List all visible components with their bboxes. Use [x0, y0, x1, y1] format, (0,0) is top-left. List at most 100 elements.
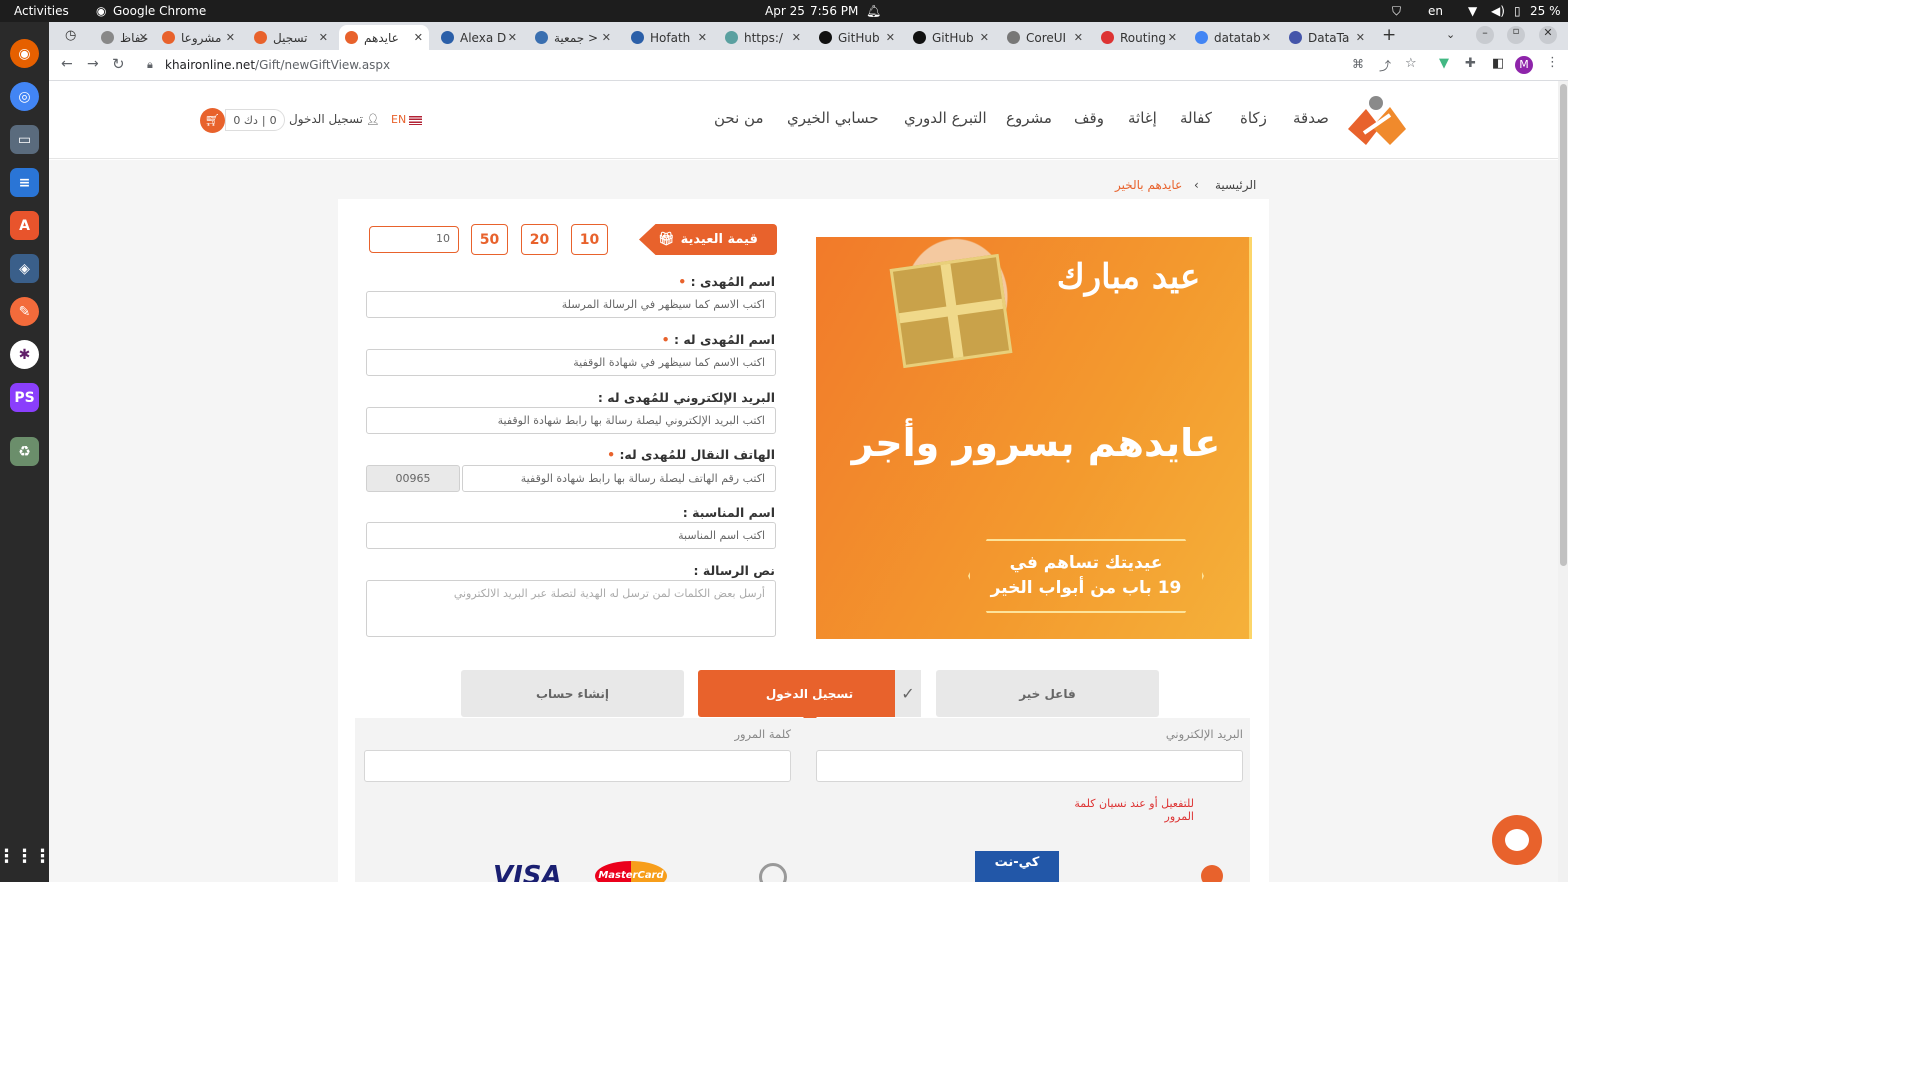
tab[interactable]: CoreUI ✕	[1001, 25, 1089, 50]
close-icon[interactable]: ✕	[414, 31, 423, 44]
payment-radio-knet[interactable]	[1201, 865, 1223, 882]
chrome-icon[interactable]: ◎	[10, 82, 39, 111]
amount-50-button[interactable]: 50	[471, 224, 508, 255]
slack-icon[interactable]: ✱	[10, 340, 39, 369]
tab[interactable]: تسجيل ✕	[248, 25, 334, 50]
share-icon[interactable]: ⤴	[1379, 57, 1391, 74]
message-textarea[interactable]: أرسل بعض الكلمات لمن ترسل له الهدية لتصل…	[366, 580, 776, 637]
nav-waqf[interactable]: وقف	[1074, 109, 1104, 127]
nav-zakat[interactable]: زكاة	[1240, 109, 1267, 127]
nav-sadaqa[interactable]: صدقة	[1293, 109, 1329, 127]
step-register[interactable]: إنشاء حساب	[461, 670, 684, 717]
shield-icon[interactable]: ⛉	[1392, 4, 1401, 19]
tab[interactable]: Alexa D ✕	[435, 25, 523, 50]
tab[interactable]: جمعية > ✕	[529, 25, 617, 50]
tab-search-icon[interactable]: ◷	[65, 28, 76, 43]
step-guest-donor[interactable]: فاعل خير	[936, 670, 1159, 717]
tab[interactable]: GitHub ✕	[907, 25, 995, 50]
phone-country-code[interactable]: 00965	[366, 465, 460, 492]
tab[interactable]: حفاظ ✕	[95, 25, 154, 50]
cart-summary[interactable]: 0 دك | 0	[225, 109, 285, 131]
custom-amount-input[interactable]: 10	[369, 226, 459, 253]
new-tab-button[interactable]: +	[1382, 25, 1396, 45]
close-icon[interactable]: ✕	[1262, 31, 1271, 44]
login-password-input[interactable]	[364, 750, 791, 782]
nav-about[interactable]: من نحن	[714, 109, 764, 127]
clock-date[interactable]: Apr 25	[765, 4, 805, 18]
url-text[interactable]: khaironline.net/Gift/newGiftView.aspx	[165, 58, 390, 72]
tab[interactable]: datatab ✕	[1189, 25, 1277, 50]
vue-devtools-icon[interactable]: ▼	[1439, 56, 1449, 71]
volume-icon[interactable]: ◀)	[1491, 4, 1505, 18]
recipient-phone-input[interactable]: اكتب رقم الهاتف ليصلة رسالة بها رابط شها…	[462, 465, 776, 492]
extensions-icon[interactable]: ✚	[1465, 56, 1476, 71]
close-icon[interactable]: ✕	[792, 31, 801, 44]
close-icon[interactable]: ✕	[226, 31, 235, 44]
postman-icon[interactable]: ✎	[10, 297, 39, 326]
tab[interactable]: Hofath ✕	[625, 25, 713, 50]
close-icon[interactable]: ✕	[602, 31, 611, 44]
close-icon[interactable]: ✕	[1356, 31, 1365, 44]
wifi-icon[interactable]: ▼	[1468, 4, 1477, 18]
close-icon[interactable]: ✕	[886, 31, 895, 44]
close-icon[interactable]: ✕	[1168, 31, 1177, 44]
menu-kebab-icon[interactable]: ⋮	[1546, 55, 1559, 70]
tab-list-chevron-icon[interactable]: ⌄	[1446, 28, 1455, 41]
files-icon[interactable]: ▭	[10, 125, 39, 154]
firefox-icon[interactable]: ◉	[10, 39, 39, 68]
nav-sponsorship[interactable]: كفالة	[1180, 109, 1212, 127]
page-scrollbar-thumb[interactable]	[1560, 84, 1567, 566]
login-email-input[interactable]	[816, 750, 1243, 782]
close-icon[interactable]: ✕	[139, 31, 148, 44]
cart-icon[interactable]: 🛒︎	[200, 108, 225, 133]
app-name[interactable]: Google Chrome	[113, 4, 206, 18]
phpstorm-icon[interactable]: PS	[10, 383, 39, 412]
step-login[interactable]: تسجيل الدخول	[698, 670, 921, 717]
recipient-name-input[interactable]: اكتب الاسم كما سيظهر في شهادة الوقفية	[366, 349, 776, 376]
clock-time[interactable]: 7:56 PM	[810, 4, 858, 18]
tab[interactable]: https:/ ✕	[719, 25, 807, 50]
nav-my-account[interactable]: حسابي الخيري	[787, 109, 879, 127]
keyboard-lang[interactable]: en	[1428, 4, 1443, 18]
maximize-button[interactable]: ▫	[1507, 26, 1525, 44]
amount-20-button[interactable]: 20	[521, 224, 558, 255]
translate-icon[interactable]: ⌘	[1352, 57, 1364, 71]
writer-icon[interactable]: ≡	[10, 168, 39, 197]
omnibox[interactable]: 🔒︎ khaironline.net/Gift/newGiftView.aspx	[139, 53, 1379, 78]
profile-avatar[interactable]: M	[1515, 56, 1533, 74]
tab[interactable]: Routing ✕	[1095, 25, 1183, 50]
bookmark-star-icon[interactable]: ☆	[1405, 56, 1417, 71]
reload-icon[interactable]: ↻	[112, 55, 125, 73]
battery-icon[interactable]: ▯	[1514, 4, 1521, 18]
close-icon[interactable]: ✕	[319, 31, 328, 44]
login-link[interactable]: تسجيل الدخول	[287, 112, 363, 126]
notification-bell-icon[interactable]: 🔔︎	[866, 4, 881, 18]
breadcrumb-home[interactable]: الرئيسية	[1215, 178, 1256, 192]
lock-icon[interactable]: 🔒︎	[147, 58, 153, 72]
close-icon[interactable]: ✕	[980, 31, 989, 44]
minimize-button[interactable]: –	[1476, 26, 1494, 44]
app-grid-icon[interactable]: ⋮⋮⋮	[0, 842, 52, 871]
site-logo[interactable]	[1344, 93, 1408, 147]
close-icon[interactable]: ✕	[1074, 31, 1083, 44]
activities-button[interactable]: Activities	[14, 4, 69, 18]
tab[interactable]: مشروعا ✕	[156, 25, 241, 50]
forward-icon[interactable]: →	[87, 56, 99, 72]
us-flag-icon[interactable]	[409, 116, 422, 125]
occasion-input[interactable]: اكتب اسم المناسبة	[366, 522, 776, 549]
nav-periodic-donation[interactable]: التبرع الدوري	[904, 109, 987, 127]
nav-project[interactable]: مشروع	[1006, 109, 1052, 127]
tab[interactable]: GitHub ✕	[813, 25, 901, 50]
forgot-password-link[interactable]: للتفعيل أو عند نسيان كلمة المرور	[1049, 797, 1194, 823]
close-icon[interactable]: ✕	[698, 31, 707, 44]
close-window-button[interactable]: ✕	[1539, 26, 1557, 44]
tab[interactable]: DataTa ✕	[1283, 25, 1371, 50]
breadcrumb-current[interactable]: عايدهم بالخير	[1115, 178, 1182, 192]
nav-relief[interactable]: إغاثة	[1128, 109, 1157, 127]
recipient-email-input[interactable]: اكتب البريد الإلكتروني ليصلة رسالة بها ر…	[366, 407, 776, 434]
tab-active[interactable]: عايدهم ✕	[339, 25, 429, 50]
side-panel-icon[interactable]: ◧	[1492, 56, 1504, 71]
mysql-workbench-icon[interactable]: ◈	[10, 254, 39, 283]
chat-button[interactable]	[1492, 815, 1542, 865]
back-icon[interactable]: ←	[61, 56, 73, 72]
